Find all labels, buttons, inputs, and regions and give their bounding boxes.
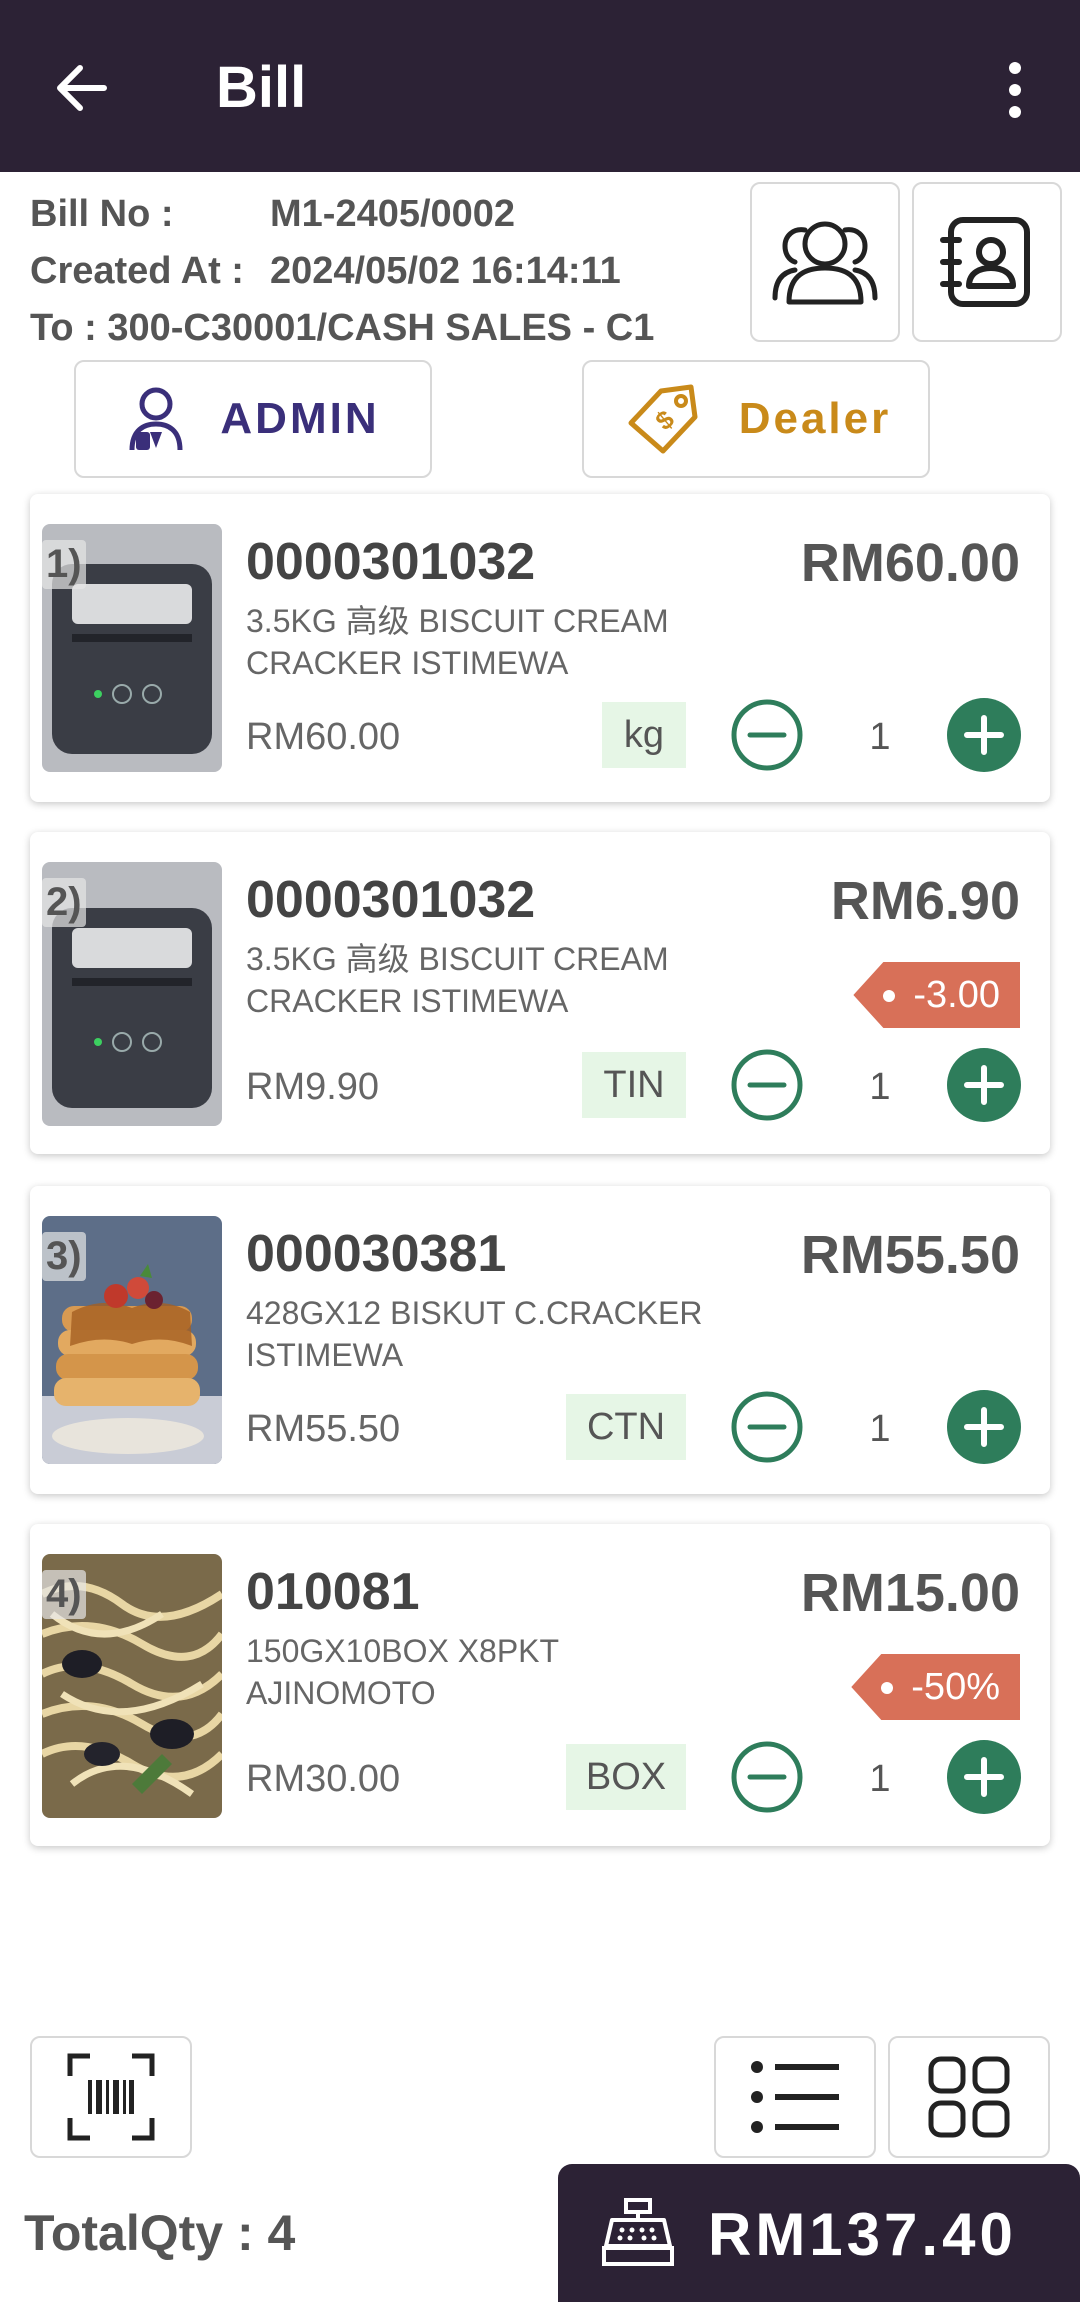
discount-tag[interactable]: -50% [851,1654,1020,1720]
more-vert-icon[interactable] [1000,60,1030,120]
item-qty: 1 [869,716,891,758]
total-amount: RM137.40 [708,2201,1017,2268]
item-code: 010081 [246,1563,420,1621]
item-uom-button[interactable]: kg [602,702,686,768]
item-amount: RM60.00 [800,533,1020,593]
item-code: 0000301032 [246,871,536,929]
increase-qty-icon[interactable] [947,1048,1021,1122]
list-icon [751,2061,839,2133]
page-title: Bill [216,55,307,120]
item-amount: RM15.00 [800,1563,1020,1623]
checkout-button[interactable]: RM137.40 [558,2164,1080,2302]
increase-qty-icon[interactable] [947,1390,1021,1464]
barcode-scan-icon [67,2053,155,2141]
item-description: 150GX10BOX X8PKT AJINOMOTO [246,1633,559,1711]
item-code: 0000301032 [246,533,536,591]
admin-button-label: ADMIN [220,394,380,443]
admin-button[interactable]: ADMIN [74,360,432,478]
cash-register-icon [602,2198,674,2266]
discount-tag[interactable]: -3.00 [853,962,1020,1028]
item-unit-price: RM30.00 [246,1758,401,1800]
total-qty: TotalQty : 4 [24,2205,296,2261]
barcode-scan-button[interactable] [30,2036,192,2158]
decrease-qty-icon[interactable] [730,1740,804,1814]
created-at-label: Created At : [30,250,244,292]
item-qty: 1 [869,1758,891,1800]
bill-to: To : 300-C30001/CASH SALES - C1 [30,307,655,349]
item-uom-button[interactable]: CTN [566,1394,686,1460]
item-description: 3.5KG 高级 BISCUIT CREAM CRACKER ISTIMEWA [246,941,669,1019]
bill-item-card[interactable]: 3) 000030381 428GX12 BISKUT C.CRACKER IS… [30,1186,1050,1494]
item-description: 428GX12 BISKUT C.CRACKER ISTIMEWA [246,1295,703,1373]
increase-qty-icon[interactable] [947,698,1021,772]
grid-icon [928,2056,1010,2138]
decrease-qty-icon[interactable] [730,698,804,772]
users-icon [772,221,878,305]
bill-no-label: Bill No : [30,193,174,235]
decrease-qty-icon[interactable] [730,1390,804,1464]
decrease-qty-icon[interactable] [730,1048,804,1122]
item-index: 1) [42,540,86,589]
agent-icon [129,387,183,451]
item-unit-price: RM60.00 [246,716,401,758]
item-description: 3.5KG 高级 BISCUIT CREAM CRACKER ISTIMEWA [246,603,669,681]
item-unit-price: RM55.50 [246,1408,401,1450]
list-view-button[interactable] [714,2036,876,2158]
item-index: 3) [42,1232,86,1281]
dealer-button[interactable]: $ Dealer [582,360,930,478]
grid-view-button[interactable] [888,2036,1050,2158]
contact-book-icon [940,217,1030,307]
dealer-button-label: Dealer [738,394,892,443]
item-qty: 1 [869,1066,891,1108]
contact-book-button[interactable] [912,182,1062,342]
item-amount: RM55.50 [800,1225,1020,1285]
item-qty: 1 [869,1408,891,1450]
bill-item-card[interactable]: 4) 010081 150GX10BOX X8PKT AJINOMOTO RM1… [30,1524,1050,1846]
increase-qty-icon[interactable] [947,1740,1021,1814]
item-index: 2) [42,878,86,927]
back-arrow-icon[interactable] [50,56,114,120]
item-unit-price: RM9.90 [246,1066,380,1108]
created-at-value: 2024/05/02 16:14:11 [270,250,621,292]
svg-text:$: $ [649,402,682,436]
item-amount: RM6.90 [830,871,1020,931]
customer-button[interactable] [750,182,900,342]
bill-no-value: M1-2405/0002 [270,193,516,235]
item-index: 4) [42,1570,86,1619]
app-bar: Bill [0,0,1080,172]
item-uom-button[interactable]: TIN [582,1052,686,1118]
price-tag-icon: $ [628,384,698,454]
item-uom-button[interactable]: BOX [566,1744,686,1810]
bill-item-card[interactable]: 2) 0000301032 3.5KG 高级 BISCUIT CREAM CRA… [30,832,1050,1154]
bill-item-card[interactable]: 1) 0000301032 3.5KG 高级 BISCUIT CREAM CRA… [30,494,1050,802]
item-code: 000030381 [246,1225,507,1283]
bill-info: Bill No : M1-2405/0002 Created At : 2024… [30,186,654,357]
